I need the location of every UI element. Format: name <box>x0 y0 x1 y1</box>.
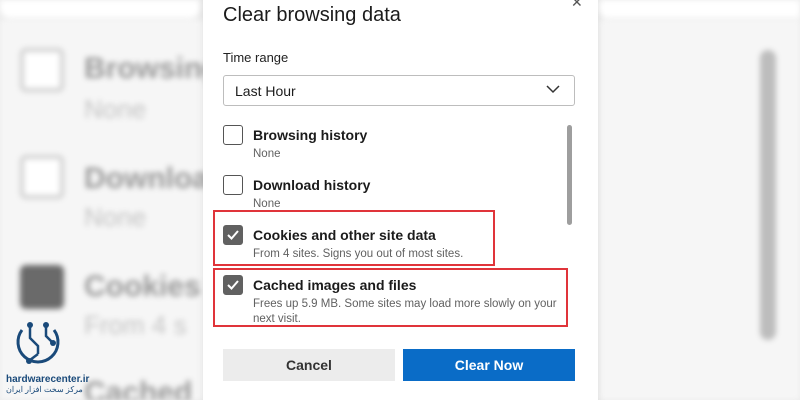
background-item-title: Cached <box>84 376 193 400</box>
background-item-desc: None <box>84 202 147 232</box>
background-item-desc: None <box>84 94 147 124</box>
option-browsing-history[interactable]: Browsing history None <box>223 125 563 165</box>
chevron-down-icon <box>546 85 560 94</box>
option-description: None <box>253 148 281 160</box>
highlight-box-cookies <box>213 210 495 266</box>
close-icon[interactable]: ✕ <box>571 0 583 11</box>
background-checkbox <box>20 265 64 309</box>
site-logo: hardwarecenter.ir مرکز سخت افزار ایران <box>6 320 90 394</box>
download-history-checkbox[interactable] <box>223 175 243 195</box>
dialog-title: Clear browsing data <box>223 4 401 26</box>
background-item-title: Cookies <box>84 270 201 303</box>
background-topbar <box>0 0 200 18</box>
background-checkbox <box>20 48 64 92</box>
background-topbar-right <box>598 0 800 18</box>
time-range-dropdown[interactable]: Last Hour <box>223 75 575 106</box>
background-scrollbar <box>760 50 776 340</box>
logo-tagline: مرکز سخت افزار ایران <box>6 385 83 394</box>
option-title: Browsing history <box>253 127 368 143</box>
cancel-button[interactable]: Cancel <box>223 349 395 381</box>
clear-browsing-data-dialog: Clear browsing data ✕ Time range Last Ho… <box>203 0 598 400</box>
clear-now-button[interactable]: Clear Now <box>403 349 575 381</box>
option-download-history[interactable]: Download history None <box>223 175 563 215</box>
browsing-history-checkbox[interactable] <box>223 125 243 145</box>
background-item-title: Browsing <box>84 52 221 85</box>
logo-name: hardwarecenter.ir <box>6 374 90 385</box>
background-item-desc: From 4 s <box>84 310 187 340</box>
time-range-label: Time range <box>223 50 289 65</box>
option-title: Download history <box>253 177 371 193</box>
scrollbar-thumb[interactable] <box>567 125 572 225</box>
background-checkbox <box>20 155 64 199</box>
circuit-icon <box>16 322 60 364</box>
highlight-box-cached <box>213 268 568 327</box>
time-range-value: Last Hour <box>235 83 296 99</box>
